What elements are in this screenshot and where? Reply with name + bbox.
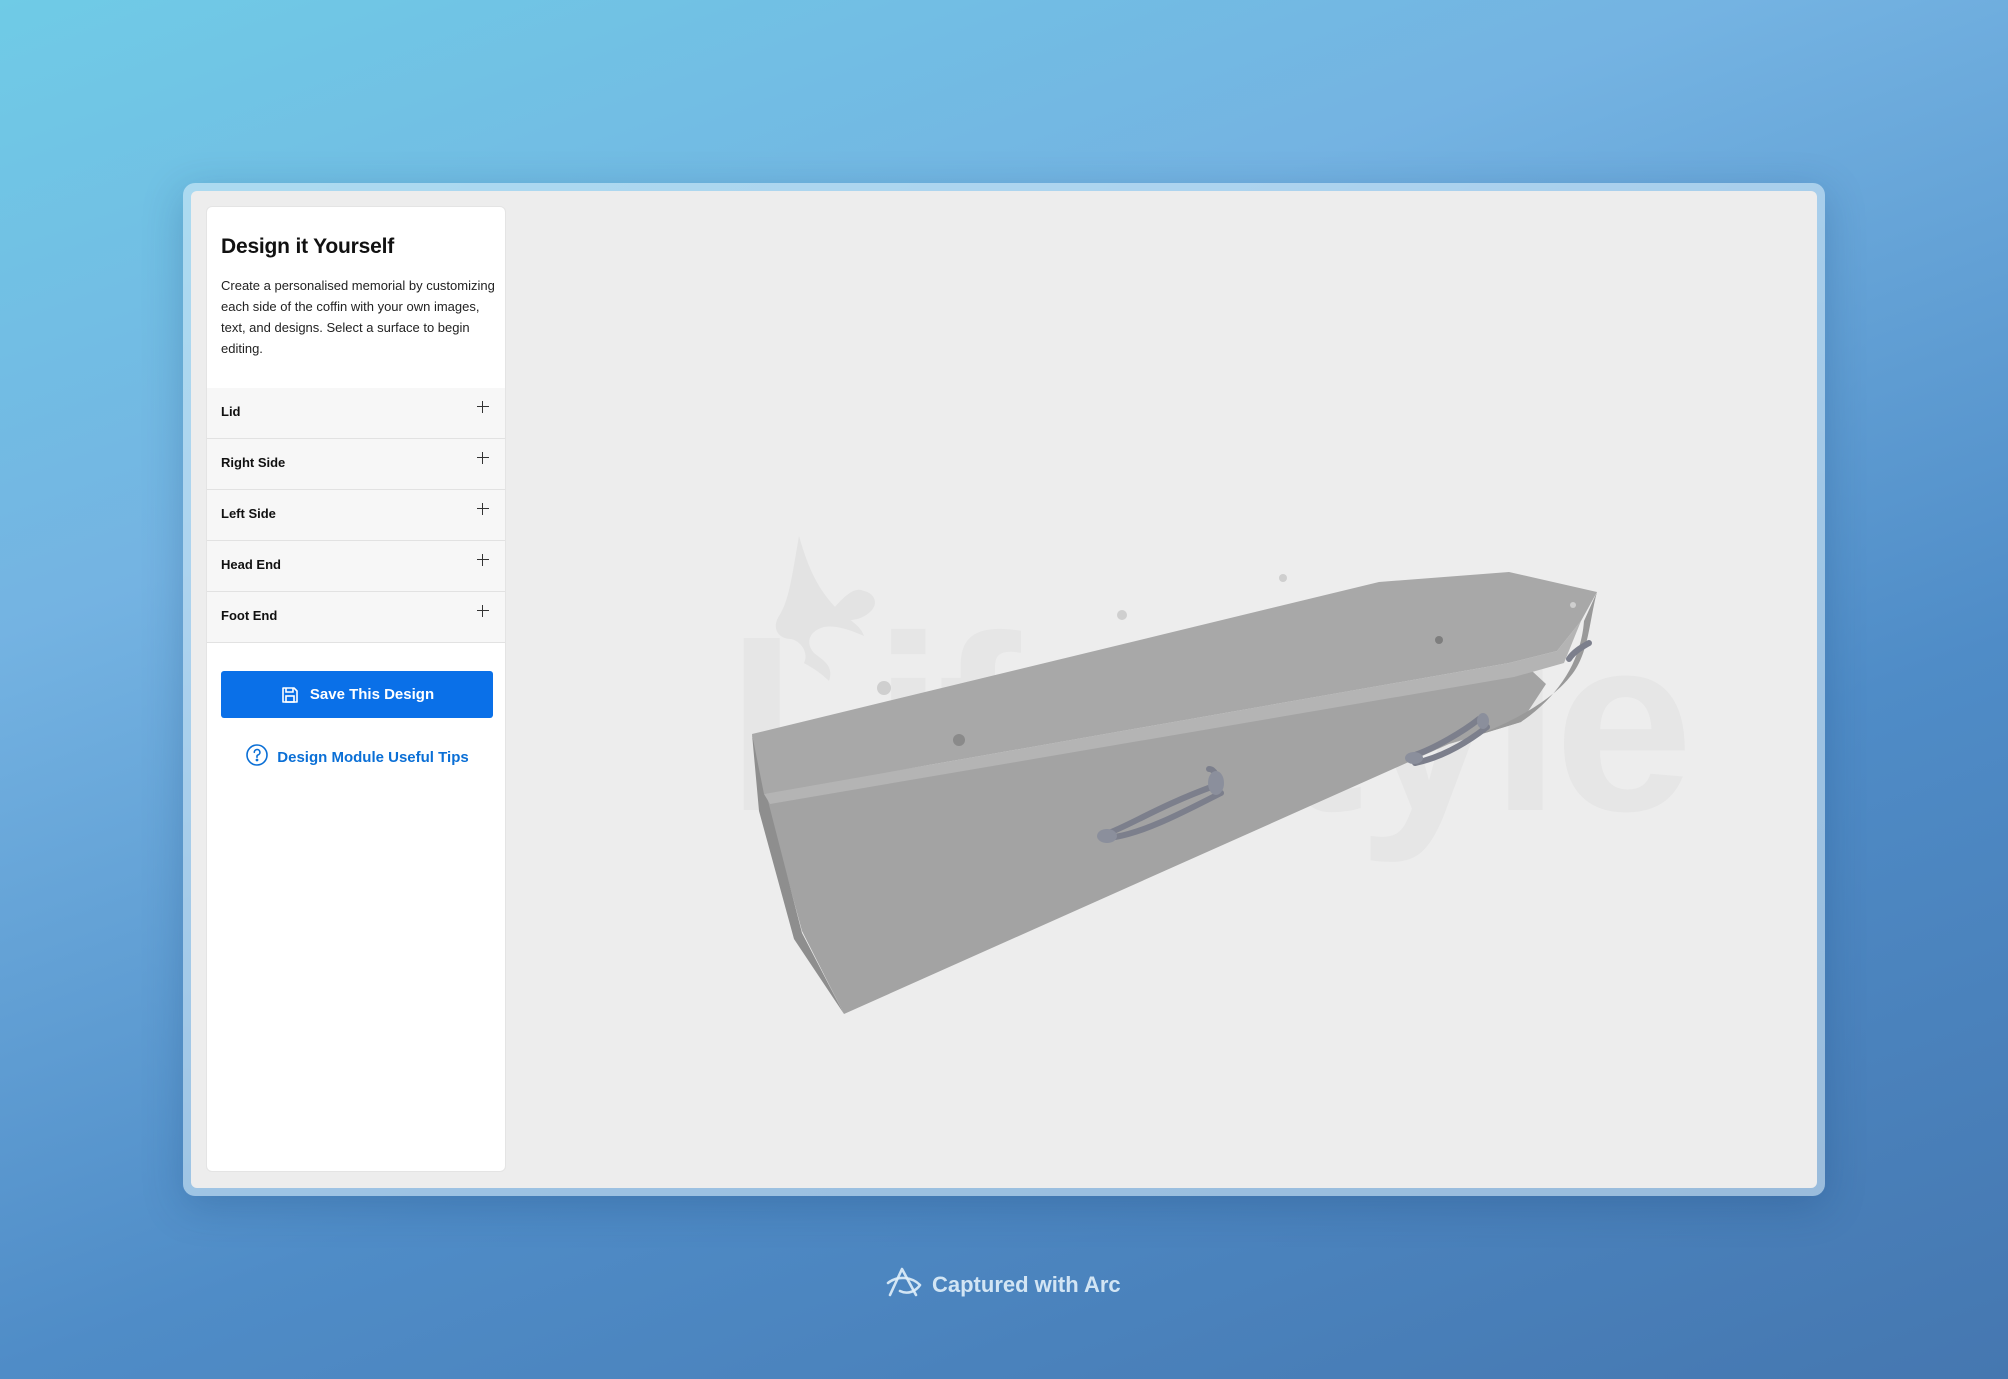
plus-icon[interactable] — [477, 452, 489, 464]
plus-icon[interactable] — [477, 503, 489, 515]
accordion-label: Right Side — [221, 455, 286, 470]
surface-accordion: Lid Right Side Left Side Head End Foot E… — [207, 388, 505, 643]
accordion-item-lid[interactable]: Lid — [207, 388, 505, 439]
accordion-item-head-end[interactable]: Head End — [207, 541, 505, 592]
sidebar-description: Create a personalised memorial by custom… — [221, 278, 495, 356]
save-icon — [280, 685, 300, 705]
arc-logo-icon — [886, 1265, 924, 1305]
plus-icon[interactable] — [477, 605, 489, 617]
design-sidebar: Design it Yourself Create a personalised… — [206, 206, 506, 1172]
arc-caption: Captured with Arc — [886, 1265, 1121, 1305]
tips-link-label: Design Module Useful Tips — [277, 748, 469, 766]
accordion-label: Lid — [221, 404, 241, 419]
app-window: Design it Yourself Create a personalised… — [191, 191, 1817, 1188]
save-button-label: Save This Design — [309, 686, 435, 703]
3d-viewport[interactable]: Lifestyle — [509, 191, 1817, 1188]
useful-tips-link[interactable]: Design Module Useful Tips — [221, 744, 493, 770]
accordion-label: Foot End — [221, 608, 278, 623]
accordion-item-foot-end[interactable]: Foot End — [207, 592, 505, 643]
help-icon — [245, 743, 269, 771]
accordion-item-right-side[interactable]: Right Side — [207, 439, 505, 490]
sidebar-title: Design it Yourself — [221, 235, 394, 258]
accordion-label: Head End — [221, 557, 281, 572]
accordion-label: Left Side — [221, 506, 276, 521]
accordion-item-left-side[interactable]: Left Side — [207, 490, 505, 541]
save-design-button[interactable]: Save This Design — [221, 671, 493, 718]
arc-caption-text: Captured with Arc — [932, 1272, 1121, 1297]
plus-icon[interactable] — [477, 554, 489, 566]
browser-frame: Design it Yourself Create a personalised… — [183, 183, 1825, 1196]
plus-icon[interactable] — [477, 401, 489, 413]
